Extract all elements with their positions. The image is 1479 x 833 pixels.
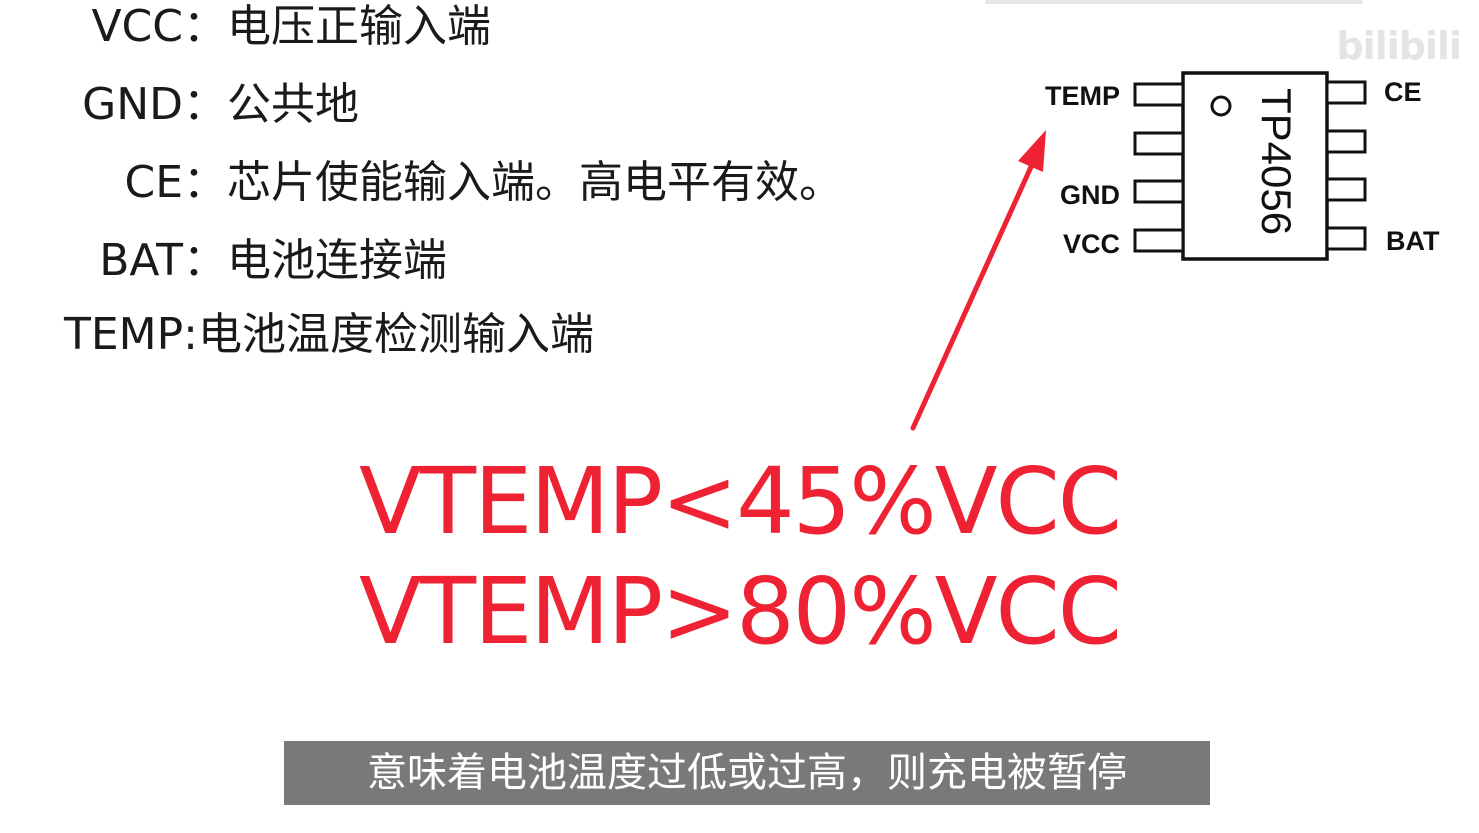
video-subtitle: 意味着电池温度过低或过高，则充电被暂停 [284, 741, 1210, 805]
chip-label: TP4056 [1253, 88, 1300, 235]
pin-label-gnd: GND [1060, 180, 1120, 210]
red-arrow-line [910, 155, 1038, 431]
pin-label-temp: TEMP [1045, 81, 1120, 111]
left-pins [1133, 82, 1185, 253]
pin-label-vcc: VCC [1063, 229, 1120, 259]
chip-diagram: TEMP GND VCC CE BAT TP4056 [910, 71, 1440, 431]
formula-low: VTEMP<45%VCC [358, 448, 1122, 555]
formula-high: VTEMP>80%VCC [358, 558, 1122, 665]
right-pins [1325, 80, 1367, 251]
pin-label-bat: BAT [1386, 226, 1440, 256]
red-arrow-head [1018, 130, 1046, 172]
pin-label-ce: CE [1384, 77, 1422, 107]
